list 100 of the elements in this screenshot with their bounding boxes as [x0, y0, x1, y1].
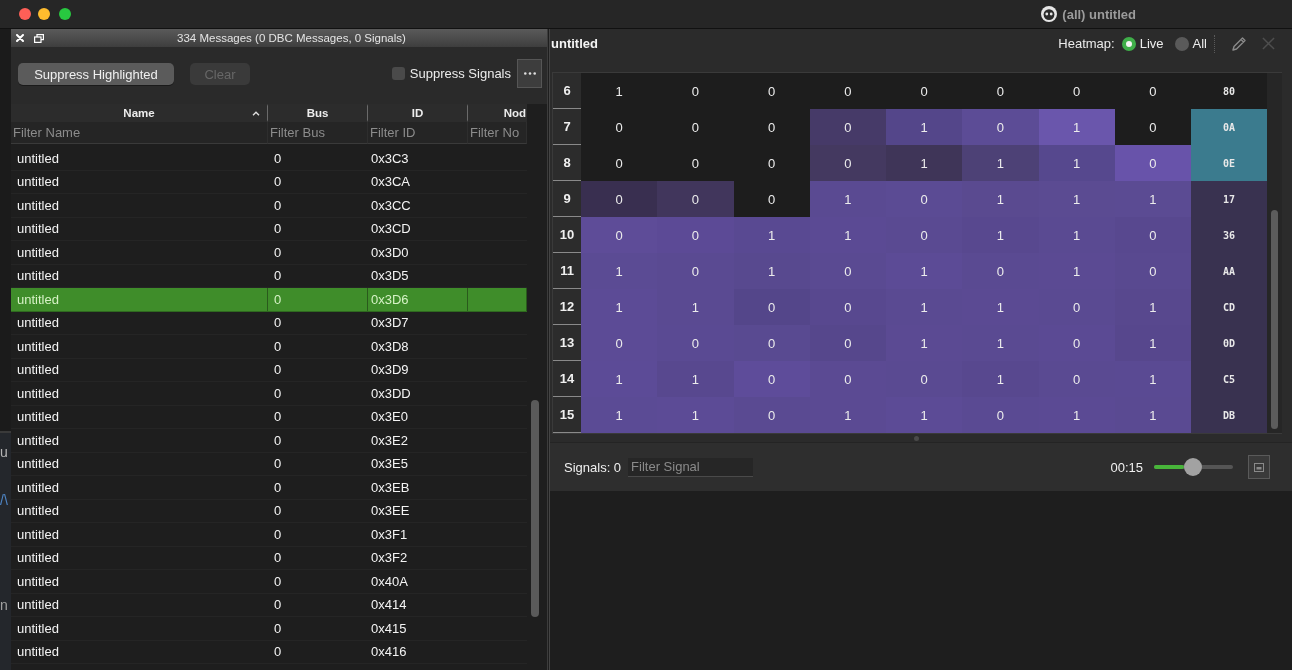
bit-cell: 1: [657, 397, 734, 433]
signals-count: Signals: 0: [564, 459, 622, 475]
table-cell-text: 0x3DD: [370, 384, 412, 403]
message-row[interactable]: untitled 0 0x3E5: [11, 452, 527, 476]
message-row[interactable]: untitled 0 0x415: [11, 617, 527, 641]
window-icon: [1254, 462, 1264, 472]
suppress-signals-checkbox[interactable]: [391, 67, 405, 80]
table-cell: 0x3D6: [368, 288, 468, 311]
bit-cell: 0: [581, 181, 658, 217]
hex-cell: 36: [1191, 217, 1267, 253]
filter-field[interactable]: Filter Signal: [628, 457, 754, 477]
bit-cell: 0: [962, 73, 1039, 109]
bit-cell: 1: [962, 145, 1039, 181]
table-cell-text: untitled: [16, 572, 60, 591]
message-row[interactable]: untitled 0 0x416: [11, 640, 527, 664]
hex-cell: 17: [1191, 181, 1267, 217]
bit-cell: 0: [1114, 73, 1191, 109]
panel-title: 334 Messages (0 DBC Messages, 0 Signals): [176, 32, 407, 44]
row-number: 6: [553, 73, 581, 109]
table-cell-text: 0: [273, 431, 283, 450]
radio-button[interactable]: [1121, 36, 1136, 51]
message-row[interactable]: untitled 0 0x40A: [11, 570, 527, 594]
bit-cell: 1: [1114, 397, 1191, 433]
drag-handle-icon[interactable]: [914, 435, 919, 441]
table-cell-text: untitled: [16, 643, 60, 662]
message-row[interactable]: untitled 0 0x3E2: [11, 429, 527, 453]
radio-button[interactable]: [1174, 36, 1189, 51]
checkbox-label[interactable]: Suppress Signals: [409, 66, 511, 81]
hex-cell: 80: [1191, 73, 1267, 109]
message-row[interactable]: untitled 0 0x3D0: [11, 241, 527, 265]
message-row[interactable]: untitled 0 0x3EB: [11, 476, 527, 500]
table-cell-text: untitled: [16, 455, 60, 474]
bit-cell: 1: [1038, 109, 1115, 145]
message-row[interactable]: untitled 0 0x3CC: [11, 194, 527, 218]
row-number: 15: [553, 397, 581, 433]
filter-field[interactable]: Filter ID: [368, 122, 468, 144]
message-row[interactable]: untitled 0 0x3F1: [11, 523, 527, 547]
table-cell-text: 0: [273, 173, 283, 192]
bit-cell: 1: [1114, 181, 1191, 217]
close-window-button[interactable]: [19, 8, 31, 20]
table-cell: untitled: [11, 288, 268, 311]
bit-cell: 1: [657, 289, 734, 325]
message-row[interactable]: untitled 0 0x3D6: [11, 288, 527, 312]
bit-cell: 1: [1038, 181, 1115, 217]
bit-cell: 1: [809, 217, 886, 253]
message-row[interactable]: untitled 0 0x3D9: [11, 358, 527, 382]
message-row[interactable]: untitled 0 0x3C3: [11, 147, 527, 171]
scrollbar-thumb[interactable]: [1271, 210, 1278, 429]
bit-cell: 1: [1038, 145, 1115, 181]
table-cell-text: 0x3F2: [370, 549, 409, 568]
minimize-window-button[interactable]: [38, 8, 50, 20]
bit-cell: 0: [886, 181, 963, 217]
table-cell-text: 0x3D8: [370, 337, 410, 356]
table-cell-text: 0: [273, 267, 283, 286]
table-cell-text: 0: [273, 619, 283, 638]
table-cell: 0: [268, 288, 368, 311]
table-cell-text: untitled: [16, 619, 60, 638]
more-button[interactable]: [517, 59, 542, 88]
message-row[interactable]: untitled 0 0x3CA: [11, 170, 527, 194]
message-row[interactable]: untitled 0 0x3DD: [11, 382, 527, 406]
sort-ascending-icon[interactable]: [252, 111, 260, 116]
filter-field[interactable]: Filter No: [468, 122, 527, 144]
table-cell-text: 0: [273, 149, 283, 168]
message-row[interactable]: untitled 0 0x3F2: [11, 546, 527, 570]
bit-cell: 0: [886, 361, 963, 397]
row-number: 8: [553, 145, 581, 181]
bit-cell: 1: [962, 217, 1039, 253]
table-cell-text: 0x3F1: [370, 525, 409, 544]
restore-icon[interactable]: [34, 33, 44, 43]
radio-label[interactable]: All: [1192, 36, 1207, 51]
filter-field[interactable]: Filter Name: [11, 122, 268, 144]
bit-cell: 0: [962, 253, 1039, 289]
bit-cell: 0: [657, 73, 734, 109]
message-row[interactable]: untitled 0 0x414: [11, 593, 527, 617]
message-row[interactable]: untitled 0 0x3CD: [11, 217, 527, 241]
bit-cell: 0: [809, 253, 886, 289]
panel-toggle-button[interactable]: [1248, 455, 1270, 479]
bit-cell: 0: [809, 325, 886, 361]
slider-thumb[interactable]: [1184, 458, 1202, 476]
bit-cell: 1: [1038, 253, 1115, 289]
bit-cell: 1: [581, 289, 658, 325]
message-row[interactable]: untitled 0 0x3EE: [11, 499, 527, 523]
bit-cell: 0: [733, 73, 810, 109]
table-cell-text: untitled: [16, 267, 60, 286]
scrollbar-thumb[interactable]: [531, 400, 539, 617]
filter-field[interactable]: Filter Bus: [268, 122, 368, 144]
radio-label[interactable]: Live: [1139, 36, 1164, 51]
message-row[interactable]: untitled 0 0x3D8: [11, 335, 527, 359]
row-number: 10: [553, 217, 581, 253]
suppress-highlighted-button[interactable]: Suppress Highlighted: [18, 63, 174, 85]
message-row[interactable]: untitled 0 0x3E0: [11, 405, 527, 429]
bit-cell: 0: [733, 397, 810, 433]
bit-cell: 0: [733, 361, 810, 397]
message-row[interactable]: untitled 0 0x3D7: [11, 311, 527, 335]
table-cell-text: 0: [273, 643, 283, 662]
pencil-icon[interactable]: [1231, 35, 1247, 52]
bit-cell: 1: [581, 253, 658, 289]
table-cell-text: 0x3E5: [370, 455, 409, 474]
zoom-window-button[interactable]: [59, 8, 71, 20]
bit-cell: 1: [1114, 361, 1191, 397]
